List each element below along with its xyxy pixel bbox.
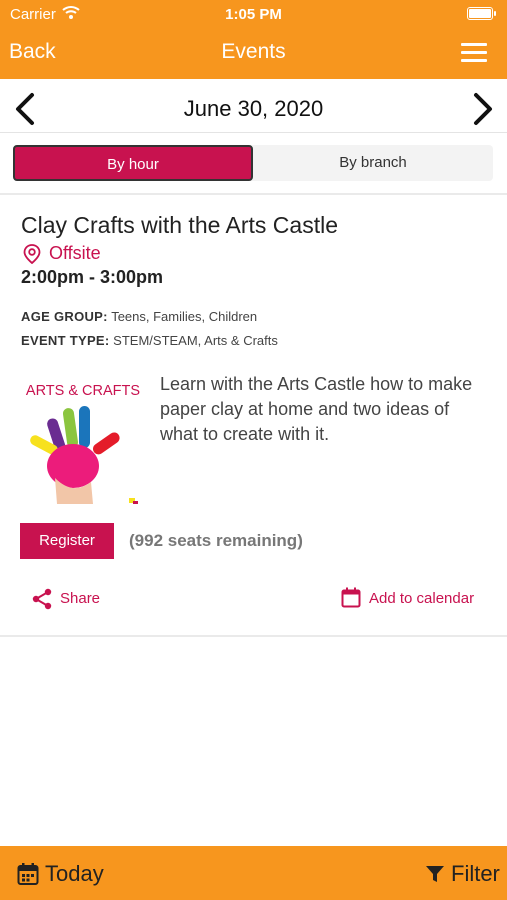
painted-hand-image: ARTS & CRAFTS: [26, 383, 140, 504]
chevron-right-icon[interactable]: [470, 92, 496, 126]
status-bar: Carrier 1:05 PM: [0, 0, 507, 28]
segment-by-hour[interactable]: By hour: [13, 145, 253, 181]
event-type-row: EVENT TYPE: STEM/STEAM, Arts & Crafts: [21, 333, 278, 348]
event-time: 2:00pm - 3:00pm: [21, 267, 164, 287]
current-date: June 30, 2020: [183, 96, 324, 121]
share-icon[interactable]: [31, 588, 53, 610]
calendar-icon[interactable]: [17, 863, 39, 885]
image-caption: ARTS & CRAFTS: [26, 383, 140, 399]
event-location[interactable]: Offsite: [49, 243, 101, 264]
status-time: 1:05 PM: [225, 6, 282, 23]
menu-icon[interactable]: [461, 43, 487, 63]
event-description: Learn with the Arts Castle how to make p…: [160, 374, 473, 444]
view-segmented-control: By hour By branch: [13, 145, 493, 181]
page-title: Events: [221, 40, 286, 63]
divider: [0, 193, 507, 195]
divider: [0, 635, 507, 637]
location-pin-icon: [23, 244, 41, 264]
filter-icon[interactable]: [426, 865, 444, 883]
seats-remaining: (992 seats remaining): [129, 531, 303, 550]
filter-button[interactable]: Filter: [451, 861, 500, 887]
battery-icon: [467, 7, 496, 20]
share-button[interactable]: Share: [60, 590, 100, 607]
event-type-label: EVENT TYPE:: [21, 333, 110, 348]
segment-by-branch[interactable]: By branch: [253, 145, 493, 181]
age-group-label: AGE GROUP:: [21, 309, 108, 324]
age-group-row: AGE GROUP: Teens, Families, Children: [21, 309, 257, 324]
event-title[interactable]: Clay Crafts with the Arts Castle: [21, 212, 338, 239]
event-type-value: STEM/STEAM, Arts & Crafts: [113, 333, 278, 348]
age-group-value: Teens, Families, Children: [111, 309, 258, 324]
date-navigator: June 30, 2020: [0, 79, 507, 133]
bottom-toolbar: Today Filter: [0, 846, 507, 900]
add-to-calendar-button[interactable]: Add to calendar: [369, 590, 474, 607]
calendar-icon[interactable]: [341, 587, 361, 608]
event-image: ARTS & CRAFTS: [21, 378, 145, 504]
today-button[interactable]: Today: [45, 861, 104, 887]
register-button[interactable]: Register: [20, 523, 114, 559]
top-nav-bar: Carrier 1:05 PM Back Events: [0, 0, 507, 79]
